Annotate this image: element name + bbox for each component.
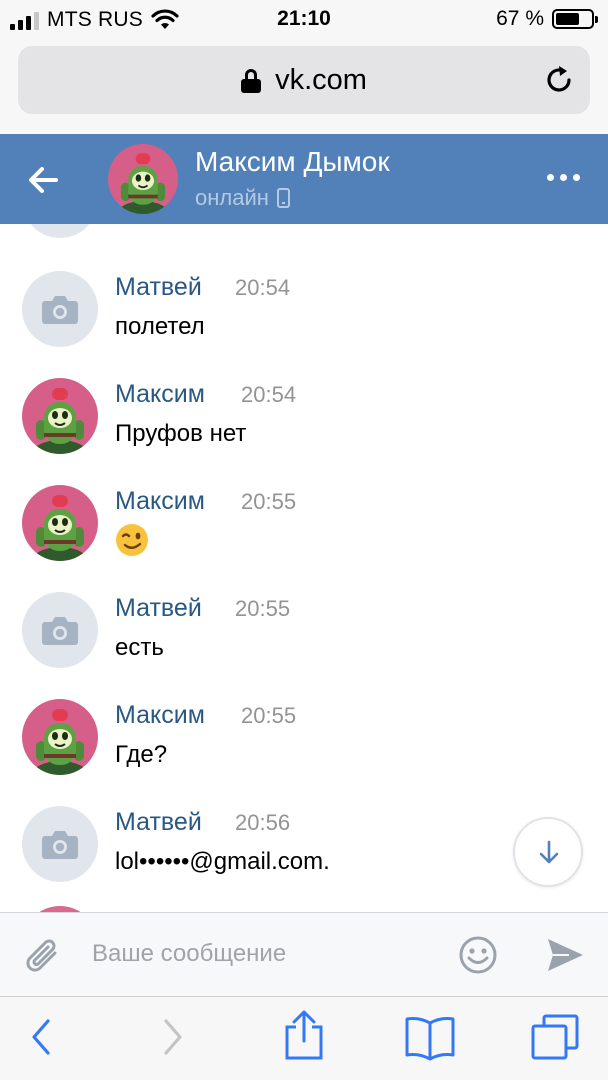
message-author[interactable]: Матвей <box>115 273 202 302</box>
browser-forward-icon[interactable] <box>160 1017 186 1057</box>
message-time: 20:54 <box>235 275 291 300</box>
url-text: vk.com <box>275 64 367 96</box>
message-text: lol••••••@gmail.com. <box>115 848 330 875</box>
message-composer <box>0 912 608 996</box>
camera-placeholder-avatar[interactable] <box>22 806 98 882</box>
paperclip-icon[interactable] <box>22 933 64 977</box>
message-time: 20:54 <box>241 382 297 407</box>
reload-icon[interactable] <box>542 63 576 97</box>
cactus-avatar[interactable] <box>22 378 98 454</box>
share-icon[interactable] <box>282 1009 326 1061</box>
avatar <box>22 224 98 238</box>
message-author[interactable]: Максим <box>115 380 205 409</box>
chat-header: Максим Дымок онлайн <box>0 134 608 224</box>
status-bar: MTS RUS 21:10 67 % <box>0 0 608 40</box>
message-text: есть <box>115 634 164 661</box>
send-icon[interactable] <box>545 936 585 974</box>
message-author[interactable]: Максим <box>115 487 205 516</box>
message-item[interactable]: Максим 20:55 Где? <box>0 689 608 796</box>
scroll-to-bottom-button[interactable] <box>513 817 583 887</box>
message-author[interactable]: Матвей <box>115 594 202 623</box>
arrow-down-icon <box>539 840 559 864</box>
message-time: 20:55 <box>241 703 297 728</box>
winking-face-emoji-icon <box>116 524 148 556</box>
message-time: 20:55 <box>241 489 297 514</box>
contact-name[interactable]: Максим Дымок <box>195 146 390 178</box>
message-time: 20:55 <box>235 596 291 621</box>
battery-icon <box>552 9 598 29</box>
message-text: полетел <box>115 313 205 340</box>
camera-icon <box>41 614 79 646</box>
message-text: Где? <box>115 741 168 768</box>
cactus-avatar[interactable] <box>22 699 98 775</box>
mobile-phone-icon <box>276 188 290 208</box>
message-item[interactable]: Максим 20:55 <box>0 475 608 582</box>
message-text: Пруфов нет <box>115 420 247 447</box>
message-author[interactable]: Максим <box>115 701 205 730</box>
battery-percentage: 67 % <box>496 7 544 30</box>
camera-placeholder-avatar[interactable] <box>22 592 98 668</box>
contact-avatar[interactable] <box>108 144 178 214</box>
browser-address-area: vk.com <box>0 40 608 134</box>
camera-icon <box>41 293 79 325</box>
online-status-label: онлайн <box>195 185 269 210</box>
message-item[interactable]: Матвей 20:55 есть <box>0 582 608 689</box>
message-time: 20:56 <box>235 810 291 835</box>
camera-placeholder-avatar[interactable] <box>22 271 98 347</box>
camera-icon <box>41 828 79 860</box>
more-options-icon[interactable] <box>547 174 580 181</box>
cactus-avatar[interactable] <box>22 485 98 561</box>
back-arrow-icon[interactable] <box>22 160 66 200</box>
address-bar[interactable]: vk.com <box>18 46 590 114</box>
message-item[interactable]: Матвей 20:54 полетел <box>0 261 608 368</box>
smiley-icon[interactable] <box>458 935 498 975</box>
online-status: онлайн <box>195 185 290 211</box>
lock-icon <box>241 68 262 93</box>
browser-toolbar <box>0 996 608 1080</box>
message-author[interactable]: Матвей <box>115 808 202 837</box>
bookmarks-icon[interactable] <box>404 1015 456 1061</box>
tabs-icon[interactable] <box>530 1013 580 1061</box>
message-item[interactable]: Максим 20:54 Пруфов нет <box>0 368 608 475</box>
message-list[interactable]: Матвей 20:54 полетел Максим 20:54 Пруфов… <box>0 224 608 912</box>
browser-back-icon[interactable] <box>28 1017 54 1057</box>
message-input[interactable] <box>92 931 442 977</box>
